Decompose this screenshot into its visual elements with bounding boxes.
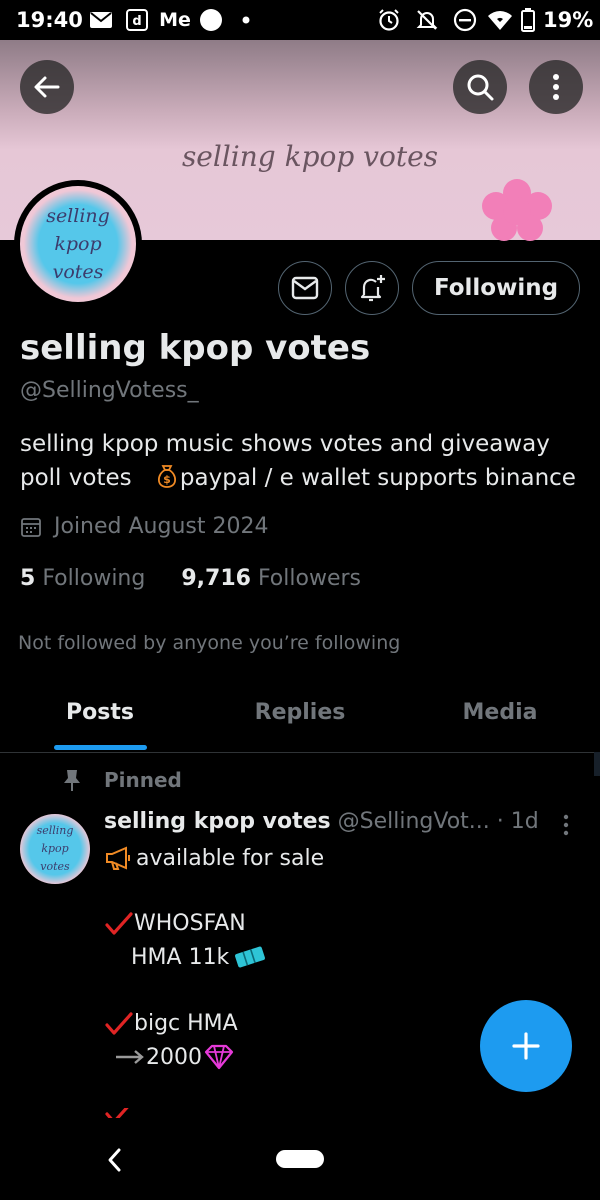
- tweet-text-line-partial: [104, 1108, 134, 1118]
- arrow-left-icon: [34, 76, 60, 98]
- check-mark-icon: [105, 1108, 129, 1118]
- tweet-avatar[interactable]: selling kpop votes: [20, 814, 90, 884]
- joined-text: Joined August 2024: [54, 514, 269, 539]
- calendar-icon: [21, 517, 41, 537]
- check-mark-icon: [105, 1011, 133, 1035]
- avatar-text: votes: [40, 860, 70, 873]
- dnd-icon: [452, 8, 478, 32]
- following-label: Following: [42, 566, 146, 591]
- mail-icon: [88, 8, 114, 32]
- ticket-icon: [235, 946, 266, 968]
- following-button[interactable]: Following: [412, 261, 580, 315]
- circle-icon: [198, 8, 224, 32]
- not-followed-notice: Not followed by anyone you’re following: [18, 632, 401, 654]
- wifi-icon: [486, 8, 514, 32]
- system-home-button[interactable]: [276, 1150, 324, 1168]
- avatar-text: kpop: [54, 233, 102, 255]
- tweet-text-line: HMA 11k: [131, 944, 267, 970]
- banner-text: selling kpop votes: [181, 140, 439, 173]
- tweet-text-line: WHOSFAN: [104, 911, 246, 936]
- pinned-label: Pinned: [62, 768, 182, 792]
- joined-date: Joined August 2024: [20, 514, 268, 539]
- more-vertical-icon: [553, 74, 559, 100]
- profile-name: selling kpop votes: [20, 328, 371, 368]
- compose-button[interactable]: [480, 1000, 572, 1092]
- bio-line: selling kpop music shows votes and givea…: [20, 431, 550, 457]
- avatar-text: selling: [36, 824, 74, 837]
- tweet-text: bigc HMA: [134, 1011, 238, 1036]
- message-button[interactable]: [278, 261, 332, 315]
- envelope-icon: [291, 276, 319, 300]
- avatar-text: selling: [46, 205, 110, 227]
- tab-media[interactable]: Media: [400, 700, 600, 725]
- chevron-left-icon: [108, 1148, 121, 1172]
- status-bar: 19:40 d Me 19%: [0, 0, 600, 40]
- battery-icon: [520, 8, 536, 32]
- avatar-text: kpop: [41, 842, 69, 855]
- tweet-text: HMA 11k: [131, 944, 230, 970]
- tweet-author-name[interactable]: selling kpop votes: [104, 809, 331, 834]
- pinned-text: Pinned: [104, 768, 182, 792]
- notifications-button[interactable]: [345, 261, 399, 315]
- tweet-author-handle[interactable]: @SellingVot...: [338, 809, 490, 834]
- tab-posts[interactable]: Posts: [0, 700, 200, 725]
- tweet-text: available for sale: [136, 845, 325, 871]
- tweet-text-line: available for sale: [104, 845, 324, 871]
- followers-stat[interactable]: 9,716 Followers: [181, 566, 361, 591]
- megaphone-icon: [106, 846, 130, 870]
- scrollbar[interactable]: [594, 752, 600, 776]
- bell-plus-icon: [360, 275, 385, 302]
- bio-text: paypal / e wallet supports binance: [179, 465, 576, 491]
- tweet-time[interactable]: · 1d: [497, 809, 539, 834]
- pin-icon: [64, 770, 80, 791]
- profile-stats: 5 Following 9,716 Followers: [20, 566, 361, 591]
- tab-replies[interactable]: Replies: [200, 700, 400, 725]
- more-options-button[interactable]: [529, 60, 583, 114]
- svg-text:$: $: [163, 473, 171, 486]
- tweet-header: selling kpop votes @SellingVot... · 1d: [104, 809, 539, 834]
- profile-handle: @SellingVotess_: [20, 378, 199, 403]
- more-vertical-icon: [563, 814, 569, 836]
- gem-icon: [204, 1044, 234, 1070]
- tweet-text-line: 2000: [114, 1044, 234, 1070]
- profile-avatar[interactable]: selling kpop votes: [14, 180, 142, 308]
- followers-label: Followers: [257, 566, 361, 591]
- plus-icon: [512, 1032, 540, 1060]
- bell-off-icon: [414, 8, 440, 32]
- followers-count: 9,716: [181, 566, 251, 591]
- following-count: 5: [20, 566, 36, 591]
- search-icon: [467, 74, 494, 101]
- following-stat[interactable]: 5 Following: [20, 566, 145, 591]
- tweet-text-line: bigc HMA: [104, 1011, 238, 1036]
- tweet-text: WHOSFAN: [134, 911, 246, 936]
- alarm-icon: [376, 8, 402, 32]
- search-button[interactable]: [453, 60, 507, 114]
- active-tab-indicator: [54, 745, 147, 750]
- carrier-text: Me: [159, 9, 191, 31]
- battery-percent: 19%: [543, 8, 594, 32]
- bio-line: poll votes $ paypal / e wallet supports …: [20, 461, 590, 495]
- svg-text:d: d: [132, 14, 141, 29]
- avatar-text: votes: [52, 261, 104, 283]
- dot-icon: [240, 8, 252, 32]
- money-bag-icon: $: [155, 463, 179, 489]
- flower-icon: [482, 179, 552, 241]
- arrow-right-icon: [116, 1050, 144, 1064]
- tweet-text: 2000: [146, 1044, 202, 1070]
- check-mark-icon: [105, 911, 133, 935]
- avatar-image: selling kpop votes: [20, 186, 136, 302]
- profile-bio: selling kpop music shows votes and givea…: [20, 427, 590, 495]
- system-back-button[interactable]: [104, 1146, 124, 1178]
- tweet-more-button[interactable]: [556, 812, 576, 842]
- back-button[interactable]: [20, 60, 74, 114]
- d-app-icon: d: [124, 8, 150, 32]
- bio-text: poll votes: [20, 465, 132, 491]
- status-time: 19:40: [16, 8, 83, 32]
- divider: [0, 752, 600, 753]
